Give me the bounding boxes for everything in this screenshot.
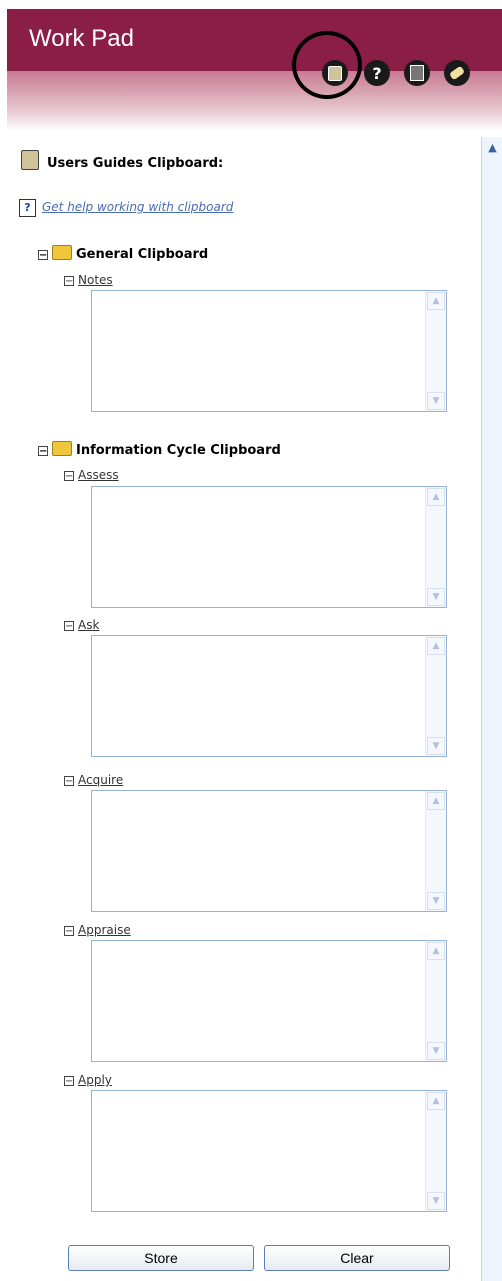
scroll-up-icon[interactable]: ▲ bbox=[427, 942, 445, 960]
clear-button[interactable]: Clear bbox=[264, 1245, 450, 1271]
apply-textarea[interactable]: ▲ ▼ bbox=[91, 1090, 447, 1212]
clipboard-panel: Users Guides Clipboard: ? Get help workin… bbox=[7, 137, 481, 1281]
collapse-icon[interactable]: − bbox=[64, 776, 74, 787]
notes-textarea[interactable]: ▲ ▼ bbox=[91, 290, 447, 412]
field-apply-label[interactable]: − Apply bbox=[64, 1073, 112, 1087]
help-icon: ? bbox=[19, 199, 36, 217]
page-scrollbar[interactable]: ▲ bbox=[481, 137, 502, 1281]
section-label: Information Cycle Clipboard bbox=[76, 443, 281, 458]
ask-textarea[interactable]: ▲ ▼ bbox=[91, 635, 447, 757]
scroll-up-icon[interactable]: ▲ bbox=[427, 488, 445, 506]
folder-icon bbox=[52, 441, 72, 456]
textarea-scrollbar[interactable]: ▲ ▼ bbox=[425, 636, 446, 756]
section-general-clipboard[interactable]: − General Clipboard bbox=[38, 245, 208, 262]
appraise-textarea[interactable]: ▲ ▼ bbox=[91, 940, 447, 1062]
scroll-up-icon[interactable]: ▲ bbox=[427, 637, 445, 655]
scroll-up-icon[interactable]: ▲ bbox=[427, 792, 445, 810]
acquire-textarea[interactable]: ▲ ▼ bbox=[91, 790, 447, 912]
textarea-scrollbar[interactable]: ▲ ▼ bbox=[425, 487, 446, 607]
collapse-icon[interactable]: − bbox=[38, 250, 48, 261]
textarea-scrollbar[interactable]: ▲ ▼ bbox=[425, 941, 446, 1061]
collapse-icon[interactable]: − bbox=[64, 471, 74, 482]
field-ask-label[interactable]: − Ask bbox=[64, 618, 99, 632]
scroll-down-icon[interactable]: ▼ bbox=[427, 392, 445, 410]
field-notes-label[interactable]: − Notes bbox=[64, 273, 113, 287]
section-information-cycle[interactable]: − Information Cycle Clipboard bbox=[38, 441, 281, 458]
scroll-down-icon[interactable]: ▼ bbox=[427, 1192, 445, 1210]
scroll-down-icon[interactable]: ▼ bbox=[427, 737, 445, 755]
app-header: Work Pad bbox=[7, 9, 502, 71]
collapse-icon[interactable]: − bbox=[38, 446, 48, 457]
assess-textarea[interactable]: ▲ ▼ bbox=[91, 486, 447, 608]
section-label: General Clipboard bbox=[76, 247, 209, 262]
scroll-up-icon[interactable]: ▲ bbox=[427, 292, 445, 310]
field-assess-label[interactable]: − Assess bbox=[64, 468, 119, 482]
clipboard-icon bbox=[21, 150, 39, 170]
collapse-icon[interactable]: − bbox=[64, 621, 74, 632]
folder-icon bbox=[52, 245, 72, 260]
calculator-icon[interactable] bbox=[404, 60, 430, 86]
scroll-down-icon[interactable]: ▼ bbox=[427, 1042, 445, 1060]
textarea-scrollbar[interactable]: ▲ ▼ bbox=[425, 291, 446, 411]
app-title: Work Pad bbox=[29, 25, 134, 52]
highlight-circle bbox=[292, 31, 362, 99]
page-title: Users Guides Clipboard: bbox=[47, 156, 224, 171]
scroll-up-icon[interactable]: ▲ bbox=[482, 137, 502, 158]
help-link[interactable]: Get help working with clipboard bbox=[42, 200, 233, 214]
help-row: ? Get help working with clipboard bbox=[19, 196, 233, 217]
page-title-row: Users Guides Clipboard: bbox=[21, 150, 223, 171]
field-acquire-label[interactable]: − Acquire bbox=[64, 773, 123, 787]
scroll-down-icon[interactable]: ▼ bbox=[427, 588, 445, 606]
textarea-scrollbar[interactable]: ▲ ▼ bbox=[425, 791, 446, 911]
help-icon[interactable]: ? bbox=[364, 60, 390, 86]
eraser-icon[interactable] bbox=[444, 60, 470, 86]
field-appraise-label[interactable]: − Appraise bbox=[64, 923, 131, 937]
textarea-scrollbar[interactable]: ▲ ▼ bbox=[425, 1091, 446, 1211]
collapse-icon[interactable]: − bbox=[64, 926, 74, 937]
collapse-icon[interactable]: − bbox=[64, 1076, 74, 1087]
store-button[interactable]: Store bbox=[68, 1245, 254, 1271]
scroll-down-icon[interactable]: ▼ bbox=[427, 892, 445, 910]
scroll-up-icon[interactable]: ▲ bbox=[427, 1092, 445, 1110]
collapse-icon[interactable]: − bbox=[64, 276, 74, 287]
